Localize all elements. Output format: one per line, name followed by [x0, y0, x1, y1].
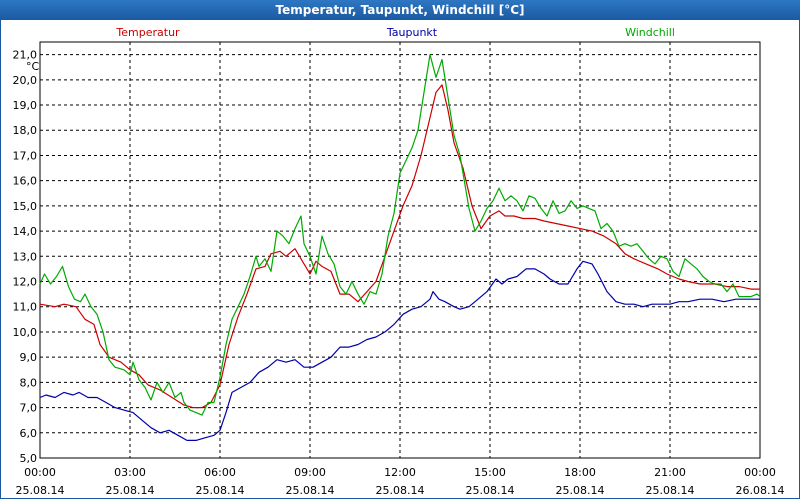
x-tick-date: 25.08.14: [376, 484, 425, 497]
legend-windchill: Windchill: [625, 26, 675, 39]
y-tick-label: 11,0: [13, 301, 38, 314]
y-tick-label: 9,0: [20, 351, 38, 364]
x-tick-time: 03:00: [114, 466, 146, 479]
legend: Temperatur Taupunkt Windchill: [115, 26, 675, 39]
y-tick-label: 6,0: [20, 427, 38, 440]
chart: 5,0 6,0 7,0 8,0 9,0 10,0 11,0 12,0 13,0 14,0 15,0 1…: [13, 26, 785, 497]
y-tick-label: 16,0: [13, 175, 38, 188]
x-tick-date: 25.08.14: [16, 484, 65, 497]
grid: [40, 42, 760, 458]
y-tick-label: 18,0: [13, 124, 38, 137]
x-tick-time: 21:00: [654, 466, 686, 479]
y-tick-label: 19,0: [13, 99, 38, 112]
y-tick-label: 20,0: [13, 74, 38, 87]
x-tick-date: 25.08.14: [556, 484, 605, 497]
legend-taupunkt: Taupunkt: [386, 26, 438, 39]
y-tick-label: 5,0: [20, 452, 38, 465]
y-axis: 5,0 6,0 7,0 8,0 9,0 10,0 11,0 12,0 13,0 14,0 15,0 1…: [13, 49, 38, 465]
x-tick-time: 15:00: [474, 466, 506, 479]
x-tick-time: 00:00: [24, 466, 56, 479]
y-tick-label: 14,0: [13, 225, 38, 238]
x-axis: 00:00 25.08.14 03:00 25.08.14 06:00 25.08.14 0…: [16, 466, 785, 497]
x-tick-time: 06:00: [204, 466, 236, 479]
y-tick-label: 13,0: [13, 250, 38, 263]
y-tick-label: 8,0: [20, 376, 38, 389]
y-tick-label: 10,0: [13, 326, 38, 339]
y-tick-label: 15,0: [13, 200, 38, 213]
y-tick-label: 17,0: [13, 149, 38, 162]
x-tick-date: 25.08.14: [286, 484, 335, 497]
x-tick-time: 09:00: [294, 466, 326, 479]
y-tick-label: 12,0: [13, 276, 38, 289]
y-axis-label: °C: [26, 60, 40, 73]
y-tick-label: 7,0: [20, 402, 38, 415]
chart-window: Temperatur, Taupunkt, Windchill [°C] 5,0…: [0, 0, 800, 500]
x-tick-time: 00:00: [744, 466, 776, 479]
legend-temperatur: Temperatur: [115, 26, 180, 39]
x-tick-time: 12:00: [384, 466, 416, 479]
x-tick-date: 25.08.14: [196, 484, 245, 497]
x-tick-time: 18:00: [564, 466, 596, 479]
x-tick-date: 26.08.14: [736, 484, 785, 497]
x-tick-date: 25.08.14: [646, 484, 695, 497]
window-title: Temperatur, Taupunkt, Windchill [°C]: [0, 0, 800, 20]
x-tick-date: 25.08.14: [466, 484, 515, 497]
x-tick-date: 25.08.14: [106, 484, 155, 497]
